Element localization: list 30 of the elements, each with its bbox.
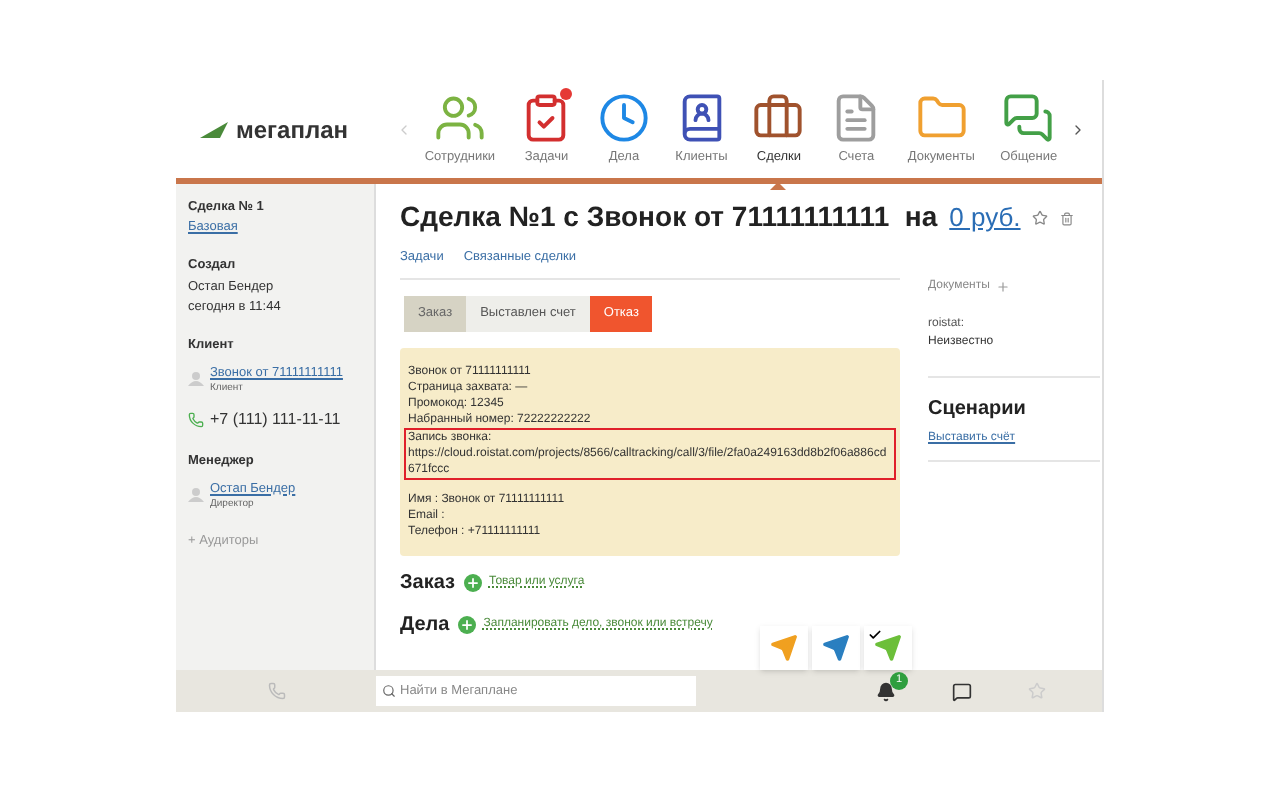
plane-button[interactable]	[812, 626, 860, 670]
check-icon	[868, 628, 882, 642]
scroll-left-icon[interactable]	[396, 121, 412, 137]
person-icon	[188, 369, 204, 385]
phone-icon	[188, 411, 204, 428]
section-title: Дела	[400, 611, 450, 639]
phone-icon[interactable]	[267, 682, 285, 700]
add-icon[interactable]	[457, 615, 476, 633]
star-icon[interactable]	[1028, 682, 1046, 700]
add-icon[interactable]	[995, 280, 1010, 294]
scroll-right-icon[interactable]	[1070, 121, 1086, 137]
star-icon[interactable]	[1032, 210, 1049, 226]
deal-title: Сделка №1 с Звонок от 71111111111 на	[400, 198, 938, 236]
logo-text: мегаплан	[236, 113, 349, 147]
nav-icon	[597, 91, 650, 144]
amount-link[interactable]: 0 руб.	[949, 198, 1021, 237]
client-phone: +7 (111) 111-11-11	[210, 407, 341, 432]
trash-icon[interactable]	[1060, 212, 1075, 226]
nav-icon	[433, 91, 486, 144]
scenarios-title: Сценарии	[928, 396, 1028, 424]
chat-icon[interactable]	[952, 681, 972, 701]
nav-icon	[1002, 91, 1055, 144]
logo-icon	[200, 121, 228, 137]
section-title: Заказ	[400, 569, 455, 597]
notification-bell-icon[interactable]	[876, 681, 896, 701]
add-icon[interactable]	[463, 573, 481, 591]
plane-button[interactable]	[864, 626, 912, 670]
person-icon	[188, 485, 204, 501]
plane-button[interactable]	[760, 626, 808, 670]
search-icon	[382, 684, 396, 698]
